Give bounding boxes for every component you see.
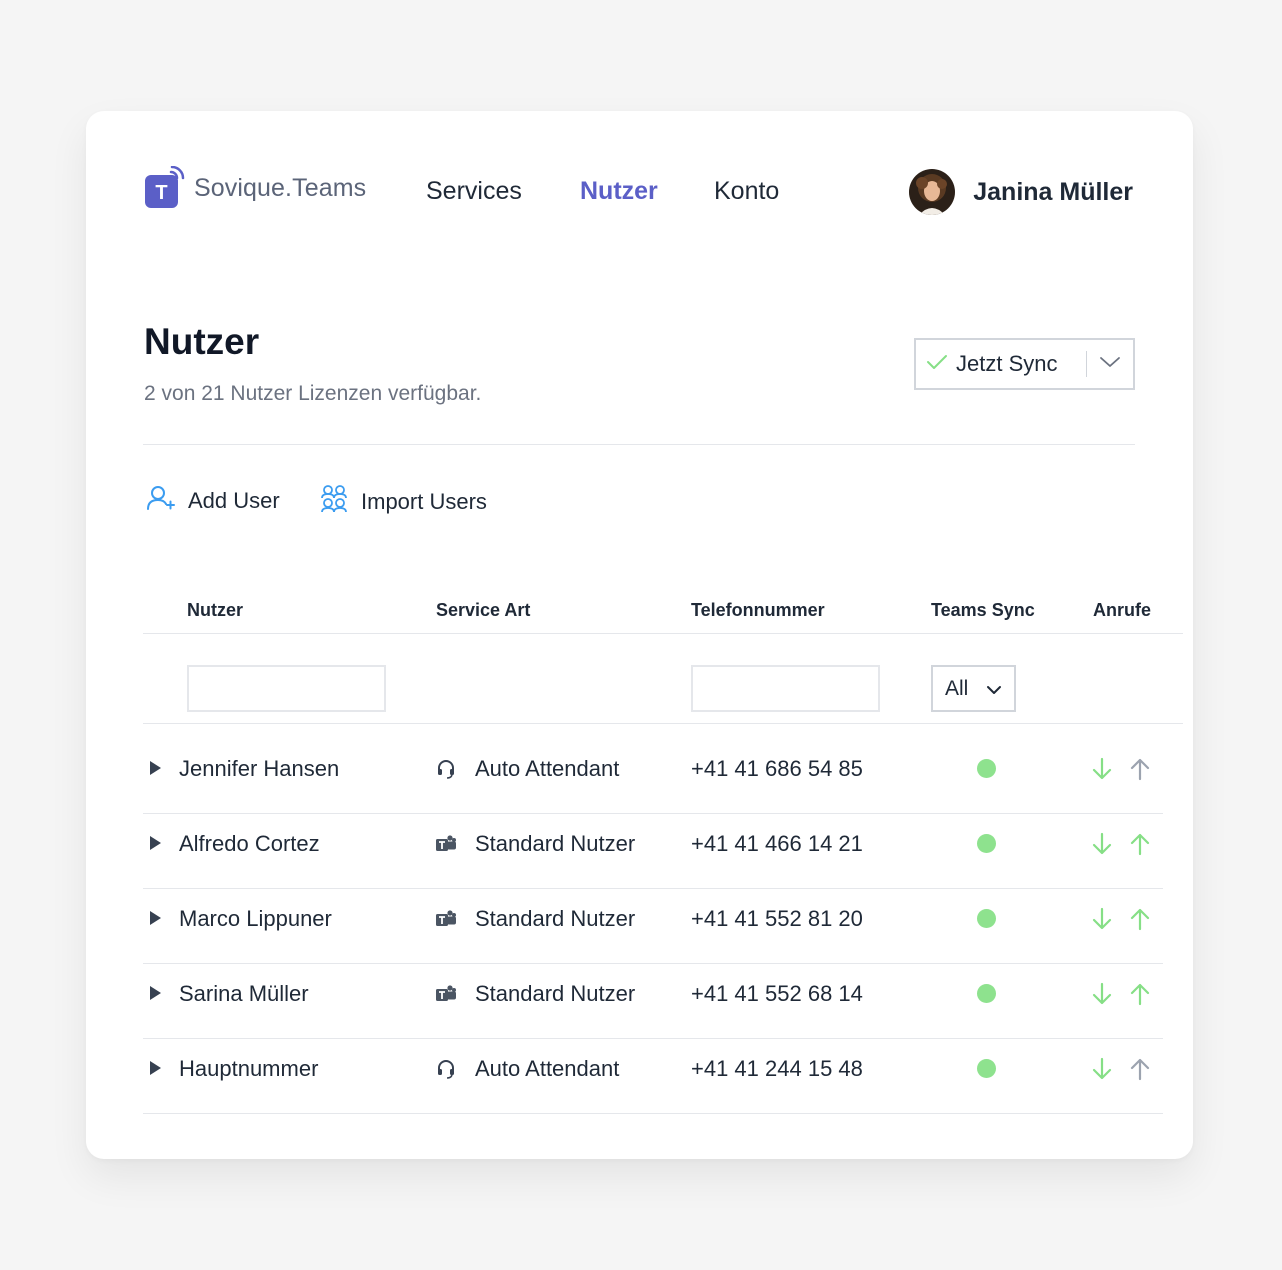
service-type-cell: Auto Attendant xyxy=(475,756,620,781)
add-user-icon xyxy=(146,484,176,518)
teams-icon xyxy=(435,983,457,1005)
incoming-calls-arrow-icon[interactable] xyxy=(1090,756,1114,782)
brand-name: Sovique.Teams xyxy=(194,173,367,202)
phone-number-cell: +41 41 244 15 48 xyxy=(691,1056,863,1081)
sync-dropdown-toggle[interactable] xyxy=(1087,340,1133,388)
sync-status-dot xyxy=(977,984,996,1003)
expand-row-icon[interactable] xyxy=(147,760,163,776)
import-users-label: Import Users xyxy=(361,489,487,514)
table-row[interactable]: Sarina Müller Standard Nutzer +41 41 552 6… xyxy=(143,964,1163,1039)
outgoing-calls-arrow-icon[interactable] xyxy=(1128,906,1152,932)
incoming-calls-arrow-icon[interactable] xyxy=(1090,831,1114,857)
teams-logo-icon: T xyxy=(144,165,186,210)
table-row[interactable]: Hauptnummer Auto Attendant +41 41 244 15 4… xyxy=(143,1039,1163,1114)
row-divider xyxy=(143,1113,1163,1114)
expand-row-icon[interactable] xyxy=(147,835,163,851)
sync-now-button[interactable]: Jetzt Sync xyxy=(916,340,1086,388)
chevron-down-icon xyxy=(986,677,1002,701)
sync-filter-select[interactable]: All xyxy=(931,665,1016,712)
user-filter-input[interactable] xyxy=(187,665,386,712)
license-info: 2 von 21 Nutzer Lizenzen verfügbar. xyxy=(144,382,482,405)
phone-filter-input[interactable] xyxy=(691,665,880,712)
service-type-cell: Standard Nutzer xyxy=(475,831,636,856)
nav-nutzer[interactable]: Nutzer xyxy=(580,177,658,206)
chevron-down-icon xyxy=(1099,355,1121,374)
table-row[interactable]: Jennifer Hansen Auto Attendant +41 41 686 … xyxy=(143,739,1163,814)
logo-letter: T xyxy=(155,182,167,204)
users-group-icon xyxy=(319,484,349,520)
sync-status-dot xyxy=(977,909,996,928)
user-name-cell: Sarina Müller xyxy=(179,981,309,1006)
table-row[interactable]: Marco Lippuner Standard Nutzer +41 41 552 … xyxy=(143,889,1163,964)
teams-icon xyxy=(435,908,457,930)
sync-status-dot xyxy=(977,834,996,853)
teams-icon xyxy=(435,833,457,855)
sync-status-dot xyxy=(977,1059,996,1078)
user-name-cell: Hauptnummer xyxy=(179,1056,319,1081)
column-header-service[interactable]: Service Art xyxy=(436,600,530,621)
column-header-user[interactable]: Nutzer xyxy=(187,600,243,621)
nav-konto[interactable]: Konto xyxy=(714,177,779,206)
phone-number-cell: +41 41 686 54 85 xyxy=(691,756,863,781)
brand-logo[interactable]: T Sovique.Teams xyxy=(144,165,367,210)
nav-services[interactable]: Services xyxy=(426,177,522,206)
incoming-calls-arrow-icon[interactable] xyxy=(1090,981,1114,1007)
add-user-label: Add User xyxy=(188,488,280,513)
phone-number-cell: +41 41 552 81 20 xyxy=(691,906,863,931)
user-menu[interactable]: Janina Müller xyxy=(909,169,1133,215)
headset-icon xyxy=(435,758,457,780)
outgoing-calls-arrow-icon[interactable] xyxy=(1128,1056,1152,1082)
sync-filter-value: All xyxy=(945,676,969,700)
add-user-button[interactable]: Add User xyxy=(146,484,280,518)
column-header-phone[interactable]: Telefonnummer xyxy=(691,600,825,621)
filter-divider-line xyxy=(143,723,1183,724)
page-title: Nutzer xyxy=(144,321,260,362)
incoming-calls-arrow-icon[interactable] xyxy=(1090,906,1114,932)
expand-row-icon[interactable] xyxy=(147,910,163,926)
expand-row-icon[interactable] xyxy=(147,1060,163,1076)
service-type-cell: Standard Nutzer xyxy=(475,981,636,1006)
outgoing-calls-arrow-icon[interactable] xyxy=(1128,756,1152,782)
service-type-cell: Auto Attendant xyxy=(475,1056,620,1081)
header-divider-line xyxy=(143,633,1183,634)
header-divider xyxy=(143,444,1135,445)
incoming-calls-arrow-icon[interactable] xyxy=(1090,1056,1114,1082)
user-name-cell: Alfredo Cortez xyxy=(179,831,320,856)
user-name: Janina Müller xyxy=(973,177,1133,206)
import-users-button[interactable]: Import Users xyxy=(319,484,487,520)
check-icon xyxy=(926,353,948,376)
service-type-cell: Standard Nutzer xyxy=(475,906,636,931)
avatar xyxy=(909,169,956,215)
column-header-sync[interactable]: Teams Sync xyxy=(931,600,1035,621)
sync-split-button: Jetzt Sync xyxy=(914,338,1135,390)
phone-number-cell: +41 41 466 14 21 xyxy=(691,831,863,856)
expand-row-icon[interactable] xyxy=(147,985,163,1001)
headset-icon xyxy=(435,1058,457,1080)
outgoing-calls-arrow-icon[interactable] xyxy=(1128,981,1152,1007)
table-row[interactable]: Alfredo Cortez Standard Nutzer +41 41 466 … xyxy=(143,814,1163,889)
main-card: T Sovique.Teams Services Nutzer Konto Ja… xyxy=(86,111,1193,1159)
column-header-calls[interactable]: Anrufe xyxy=(1093,600,1151,621)
outgoing-calls-arrow-icon[interactable] xyxy=(1128,831,1152,857)
user-name-cell: Marco Lippuner xyxy=(179,906,332,931)
sync-now-label: Jetzt Sync xyxy=(956,351,1058,376)
phone-number-cell: +41 41 552 68 14 xyxy=(691,981,863,1006)
sync-status-dot xyxy=(977,759,996,778)
user-name-cell: Jennifer Hansen xyxy=(179,756,340,781)
